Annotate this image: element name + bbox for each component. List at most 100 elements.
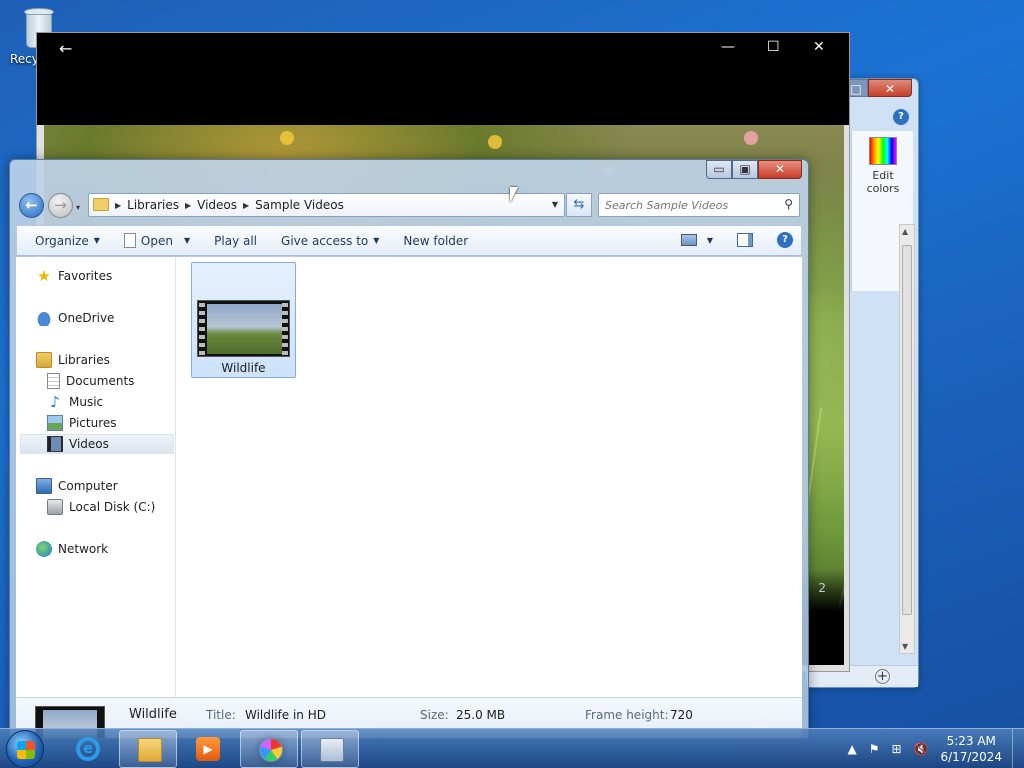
nav-onedrive[interactable]: OneDrive xyxy=(36,308,114,328)
file-list[interactable]: Wildlife xyxy=(178,257,802,697)
search-box[interactable]: ⚲ xyxy=(598,193,800,217)
color-spectrum-icon xyxy=(869,137,897,165)
drive-icon xyxy=(47,499,63,515)
nav-computer[interactable]: Computer xyxy=(36,476,118,496)
player-minimize-button[interactable]: — xyxy=(721,39,735,55)
change-view-icon[interactable] xyxy=(680,234,697,246)
pictures-icon xyxy=(47,415,63,431)
documents-icon xyxy=(47,373,60,389)
nav-computer-label: Computer xyxy=(58,479,118,493)
nav-videos[interactable]: Videos xyxy=(20,434,174,454)
address-bar[interactable]: ▶ Libraries ▶ Videos ▶ Sample Videos ▼ xyxy=(88,193,565,217)
close-button[interactable]: ✕ xyxy=(758,160,802,179)
play-all-label: Play all xyxy=(214,233,258,248)
nav-local-disk-label: Local Disk (C:) xyxy=(69,500,156,514)
breadcrumb-sample-videos[interactable]: Sample Videos xyxy=(255,198,344,212)
forward-button[interactable]: → xyxy=(48,193,73,218)
show-hidden-icons[interactable]: ▲ xyxy=(847,742,856,756)
player-close-button[interactable]: ✕ xyxy=(813,39,825,55)
nav-pictures[interactable]: Pictures xyxy=(47,413,117,433)
computer-icon xyxy=(36,478,52,494)
details-file-name: Wildlife xyxy=(129,707,177,722)
clock-time: 5:23 AM xyxy=(946,734,996,748)
taskbar-windows-explorer[interactable] xyxy=(119,730,177,768)
player-back-icon[interactable]: ← xyxy=(59,39,72,58)
folder-icon xyxy=(93,198,109,211)
zoom-in-icon[interactable]: + xyxy=(875,669,890,684)
organize-label: Organize xyxy=(35,233,89,248)
preview-pane-icon[interactable] xyxy=(737,233,753,247)
file-item-wildlife[interactable]: Wildlife xyxy=(191,262,296,378)
clock[interactable]: 5:23 AM 6/17/2024 xyxy=(940,733,1002,765)
taskbar-internet-explorer[interactable]: e xyxy=(58,730,116,768)
mouse-cursor xyxy=(510,187,518,203)
play-all-button[interactable]: Play all xyxy=(202,226,269,255)
paint-vertical-scrollbar[interactable]: ▲ ▼ xyxy=(899,224,915,654)
scroll-down-icon[interactable]: ▼ xyxy=(902,642,908,651)
back-button[interactable]: ← xyxy=(19,193,44,218)
open-button[interactable]: Open ▼ xyxy=(112,226,202,255)
title-label: Title: xyxy=(206,708,236,722)
breadcrumb: ▶ Libraries ▶ Videos ▶ Sample Videos xyxy=(115,198,344,212)
nav-favorites-label: Favorites xyxy=(58,269,113,283)
clapperboard-icon xyxy=(320,738,344,762)
media-player-icon: ▶ xyxy=(196,737,220,761)
paint-palette-icon xyxy=(259,738,283,762)
start-button[interactable] xyxy=(6,730,44,768)
nav-libraries[interactable]: Libraries xyxy=(36,350,110,370)
explorer-window[interactable]: ▭ ▣ ✕ ← → ▾ ▶ Libraries ▶ Videos ▶ Sampl… xyxy=(9,159,809,739)
maximize-button[interactable]: ▣ xyxy=(732,160,758,179)
give-access-button[interactable]: Give access to ▼ xyxy=(269,226,391,255)
network-tray-icon[interactable]: ⊞ xyxy=(891,742,901,756)
minimize-button[interactable]: ▭ xyxy=(706,160,732,179)
file-name: Wildlife xyxy=(221,361,266,375)
search-input[interactable] xyxy=(605,195,775,215)
chevron-down-icon: ▼ xyxy=(93,236,100,245)
refresh-button[interactable]: ⇆ xyxy=(566,193,592,217)
explorer-content: ★ Favorites OneDrive Libraries Documents… xyxy=(16,257,802,697)
folder-icon xyxy=(138,738,162,762)
edit-colors-label: Edit colors xyxy=(866,169,900,195)
player-title-bar: ← — ☐ ✕ xyxy=(37,33,849,125)
edit-colors-button[interactable]: Edit colors xyxy=(855,137,911,195)
nav-local-disk[interactable]: Local Disk (C:) xyxy=(47,497,155,517)
search-icon[interactable]: ⚲ xyxy=(784,197,793,211)
star-icon: ★ xyxy=(37,267,51,285)
breadcrumb-libraries[interactable]: Libraries xyxy=(127,198,179,212)
scroll-up-icon[interactable]: ▲ xyxy=(902,227,908,236)
chevron-down-icon: ▼ xyxy=(373,236,380,245)
taskbar-movie-maker[interactable] xyxy=(301,730,359,768)
paint-help-icon[interactable]: ? xyxy=(893,109,909,125)
help-icon[interactable]: ? xyxy=(777,232,793,248)
action-center-flag-icon[interactable]: ⚑ xyxy=(869,742,880,756)
player-maximize-button[interactable]: ☐ xyxy=(767,39,780,55)
new-folder-button[interactable]: New folder xyxy=(391,226,480,255)
nav-documents[interactable]: Documents xyxy=(47,371,134,391)
nav-libraries-label: Libraries xyxy=(58,353,110,367)
clock-date: 6/17/2024 xyxy=(940,750,1002,764)
title-value[interactable]: Wildlife in HD xyxy=(245,708,326,722)
breadcrumb-videos[interactable]: Videos xyxy=(197,198,237,212)
size-value: 25.0 MB xyxy=(456,708,506,722)
windows-logo-icon xyxy=(17,741,35,759)
nav-network[interactable]: Network xyxy=(36,539,108,559)
size-label: Size: xyxy=(420,708,449,722)
organize-button[interactable]: Organize ▼ xyxy=(17,226,112,255)
address-dropdown-icon[interactable]: ▼ xyxy=(552,200,558,209)
music-icon: ♪ xyxy=(50,393,60,411)
nav-favorites[interactable]: ★ Favorites xyxy=(36,266,112,286)
network-icon xyxy=(36,541,52,557)
taskbar-paint[interactable] xyxy=(240,730,298,768)
recent-pages-dropdown[interactable]: ▾ xyxy=(76,203,80,212)
videos-icon xyxy=(47,436,63,452)
chevron-down-icon[interactable]: ▼ xyxy=(707,236,713,245)
paint-close-button[interactable]: ✕ xyxy=(868,79,912,97)
scroll-thumb[interactable] xyxy=(902,245,912,615)
volume-muted-icon[interactable]: 🔇 xyxy=(914,742,929,756)
notification-area: ▲ ⚑ ⊞ 🔇 5:23 AM 6/17/2024 xyxy=(847,729,1024,768)
taskbar-media-player[interactable]: ▶ xyxy=(178,730,236,768)
show-desktop-button[interactable] xyxy=(1012,729,1024,768)
nav-music[interactable]: ♪ Music xyxy=(47,392,103,412)
chevron-down-icon[interactable]: ▼ xyxy=(184,236,190,245)
video-thumbnail xyxy=(197,300,290,357)
